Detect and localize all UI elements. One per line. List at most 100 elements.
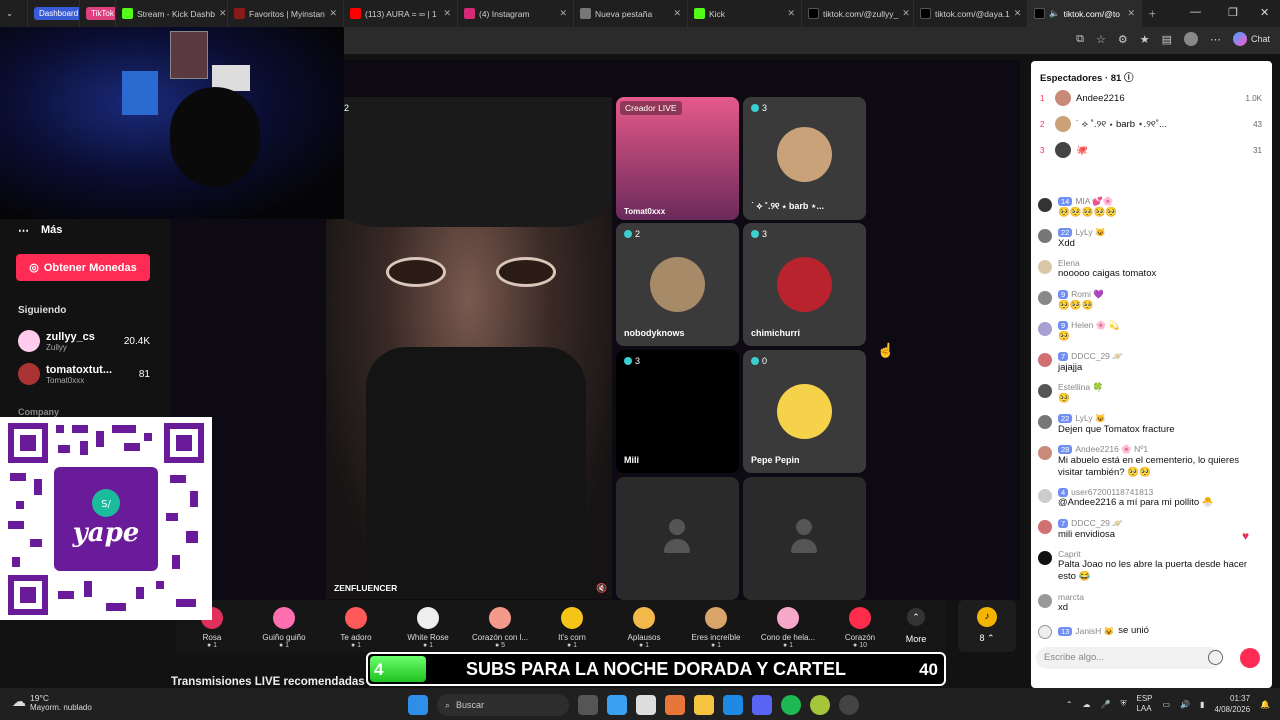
app-icon[interactable] bbox=[810, 695, 830, 715]
star-icon[interactable]: ☆ bbox=[1096, 33, 1106, 46]
gift-item[interactable]: Corazón ● 10 bbox=[824, 600, 896, 652]
gift-item[interactable]: Eres increíble ● 1 bbox=[680, 600, 752, 652]
profile-avatar[interactable] bbox=[1183, 32, 1198, 46]
following-item[interactable]: zullyy_cs Zullyy 20.4K bbox=[18, 330, 150, 352]
windows-start-icon[interactable] bbox=[408, 695, 428, 715]
gift-item[interactable]: Corazón con l... ● 5 bbox=[464, 600, 536, 652]
close-window-button[interactable]: ✕ bbox=[1260, 6, 1269, 19]
gift-item[interactable]: Aplausos ● 1 bbox=[608, 600, 680, 652]
copilot-chat-button[interactable]: Chat bbox=[1232, 32, 1270, 46]
chat-message[interactable]: Caprit Palta Joao no les abre la puerta d… bbox=[1038, 549, 1262, 583]
onedrive-icon[interactable]: ☁ bbox=[1083, 700, 1091, 709]
empty-guest-slot[interactable] bbox=[616, 477, 739, 600]
close-icon[interactable]: ✕ bbox=[329, 8, 337, 19]
guest-tile[interactable]: 2 nobodyknows bbox=[616, 223, 739, 346]
security-icon[interactable]: ⛨ bbox=[1120, 699, 1126, 709]
sidebar-more[interactable]: ⋯ Más bbox=[18, 224, 62, 237]
chat-message[interactable]: 4 user67200118741813 @Andee2216 a mí para … bbox=[1038, 487, 1262, 509]
taskbar-search[interactable]: ⌕ Buscar bbox=[437, 694, 569, 716]
gift-item[interactable]: White Rose ● 1 bbox=[392, 600, 464, 652]
chat-message[interactable]: 14 MIA 💕🌸 🥺🥺🥺🥺🥺 bbox=[1038, 196, 1262, 219]
close-icon[interactable]: ✕ bbox=[787, 8, 795, 19]
gift-item[interactable]: Guiño guiño ● 1 bbox=[248, 600, 320, 652]
gift-item[interactable]: Cono de hela... ● 1 bbox=[752, 600, 824, 652]
main-video[interactable]: 2 ZENFLUENCER bbox=[326, 97, 612, 599]
open-in-app-icon[interactable]: ⧉ bbox=[1076, 33, 1084, 46]
chat-message[interactable]: Estellina 🍀 🥺 bbox=[1038, 382, 1262, 405]
like-button[interactable] bbox=[1240, 648, 1260, 668]
empty-guest-slot[interactable] bbox=[743, 477, 866, 600]
discord-icon[interactable] bbox=[752, 695, 772, 715]
battery-icon[interactable]: ▮ bbox=[1200, 700, 1204, 709]
clock[interactable]: 01:37 4/08/2026 bbox=[1214, 693, 1250, 715]
task-view-icon[interactable] bbox=[578, 695, 598, 715]
chat-message[interactable]: 7 DDCC_29 🪐 jajajja bbox=[1038, 351, 1262, 374]
extensions-icon[interactable]: ⚙ bbox=[1118, 33, 1128, 46]
weather-widget[interactable]: ☁ 19°C Mayorm. nublado bbox=[12, 693, 92, 712]
close-icon[interactable]: ✕ bbox=[1014, 8, 1022, 19]
close-icon[interactable]: ✕ bbox=[673, 8, 681, 19]
tab-favoritos[interactable]: Favoritos | Myinstan ✕ bbox=[228, 0, 344, 27]
close-icon[interactable]: ✕ bbox=[1127, 8, 1135, 19]
tab-instagram[interactable]: (4) Instagram ✕ bbox=[458, 0, 574, 27]
chat-message[interactable]: 28 Andee2216 🌸 Nº1 Mi abuelo está en el ce… bbox=[1038, 444, 1262, 479]
tab-kick-dashboard[interactable]: Stream - Kick Dashb ✕ bbox=[116, 0, 228, 27]
top-viewer[interactable]: 2 ˙ ⟡ ˚.୨୧ ⋆ barb ⋆.୨୧˚... 43 bbox=[1040, 116, 1262, 132]
tab-youtube[interactable]: (113) AURA = ∞ | 1 ✕ bbox=[344, 0, 458, 27]
top-viewer[interactable]: 1 Andee2216 1.0K bbox=[1040, 90, 1262, 106]
menu-icon[interactable]: ⋯ bbox=[1210, 33, 1221, 46]
chat-message[interactable]: 9 Romi 💜 🥺🥺🥺 bbox=[1038, 289, 1262, 312]
speaker-icon[interactable]: 🔈 bbox=[1049, 8, 1060, 19]
guest-tile[interactable]: Creador LIVE Tomat0xxx bbox=[616, 97, 739, 220]
microphone-icon[interactable]: 🎤 bbox=[1101, 700, 1111, 709]
network-icon[interactable]: ▭ bbox=[1163, 700, 1171, 709]
chevron-up-icon[interactable]: ⌃ bbox=[1066, 700, 1073, 709]
emoji-icon[interactable] bbox=[1208, 650, 1223, 665]
notification-icon[interactable]: 🔔 bbox=[1260, 700, 1270, 709]
maximize-button[interactable]: ❐ bbox=[1228, 6, 1238, 19]
volume-icon[interactable]: 🔊 bbox=[1180, 700, 1190, 709]
spotify-icon[interactable] bbox=[781, 695, 801, 715]
guest-tile[interactable]: 3 ˙ ⟡ ˚.୨୧ ⋆ barb ⋆... bbox=[743, 97, 866, 220]
file-explorer-icon[interactable] bbox=[694, 695, 714, 715]
notepad-icon[interactable] bbox=[607, 695, 627, 715]
new-tab-button[interactable]: ＋ bbox=[1142, 0, 1168, 27]
chat-message[interactable]: 7 DDCC_29 🪐 mili envidiosa bbox=[1038, 518, 1262, 541]
favorites-icon[interactable]: ★ bbox=[1140, 33, 1150, 46]
chat-message[interactable]: marcta xd bbox=[1038, 592, 1262, 614]
chat-message[interactable]: 22 LyLy 😺 Dejen que Tomatox fracture bbox=[1038, 413, 1262, 436]
language-indicator[interactable]: ESP LAA bbox=[1136, 694, 1152, 714]
tab-dashboard[interactable]: Dashboard bbox=[28, 0, 80, 27]
gift-item[interactable]: Te adoro ● 1 bbox=[320, 600, 392, 652]
close-icon[interactable]: ✕ bbox=[443, 8, 451, 19]
more-gifts-button[interactable]: ⌃ More bbox=[896, 608, 936, 644]
tab-new-tab[interactable]: Nueva pestaña ✕ bbox=[574, 0, 688, 27]
chat-input[interactable]: Escribe algo... bbox=[1036, 647, 1221, 669]
guest-tile[interactable]: 3 Mili bbox=[616, 350, 739, 473]
close-icon[interactable]: ✕ bbox=[559, 8, 567, 19]
info-icon[interactable]: ⓘ bbox=[1124, 73, 1134, 84]
close-icon[interactable]: ✕ bbox=[219, 8, 227, 19]
tab-kick[interactable]: Kick ✕ bbox=[688, 0, 802, 27]
get-coins-button[interactable]: ◎ Obtener Monedas bbox=[16, 254, 150, 281]
coin-balance-button[interactable]: ♪ 8 ⌃ bbox=[958, 600, 1016, 652]
minimize-button[interactable]: — bbox=[1190, 6, 1201, 18]
store-icon[interactable] bbox=[636, 695, 656, 715]
chat-message[interactable]: 22 LyLy 😺 Xdd bbox=[1038, 227, 1262, 250]
guest-tile[interactable]: 3 chimichurri bbox=[743, 223, 866, 346]
tab-tiktok-group[interactable]: TikTok bbox=[80, 0, 116, 27]
following-item[interactable]: tomatoxtut... Tomat0xxx 81 bbox=[18, 363, 150, 385]
collections-icon[interactable]: ▤ bbox=[1162, 33, 1172, 46]
guest-tile[interactable]: 0 Pepe Pepin bbox=[743, 350, 866, 473]
mic-muted-icon[interactable]: 🔇 bbox=[596, 583, 607, 594]
edge-icon[interactable] bbox=[723, 695, 743, 715]
tab-tiktok-zullyy[interactable]: tiktok.com/@zullyy_ ✕ bbox=[802, 0, 914, 27]
chat-message[interactable]: 9 Helen 🌸 💫 🥺 bbox=[1038, 320, 1262, 343]
gift-item[interactable]: It's corn ● 1 bbox=[536, 600, 608, 652]
obs-icon[interactable] bbox=[839, 695, 859, 715]
tab-actions-button[interactable]: ⌄ bbox=[0, 0, 28, 27]
office-icon[interactable] bbox=[665, 695, 685, 715]
close-icon[interactable]: ✕ bbox=[902, 8, 910, 19]
tab-tiktok-daya[interactable]: tiktok.com/@daya.1 ✕ bbox=[914, 0, 1028, 27]
tab-tiktok-active[interactable]: 🔈 tiktok.com/@to ✕ bbox=[1028, 0, 1142, 27]
